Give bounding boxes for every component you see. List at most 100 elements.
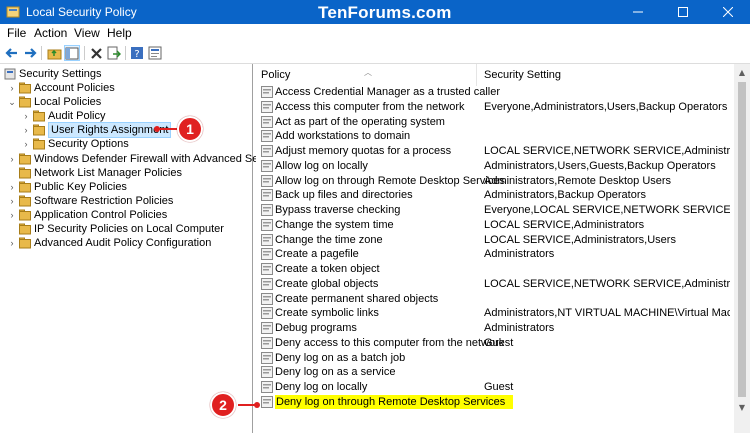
folder-icon bbox=[19, 181, 31, 193]
show-hide-tree-icon bbox=[65, 47, 79, 59]
tree-label: Network List Manager Policies bbox=[34, 166, 182, 179]
policy-row[interactable]: Deny log on through Remote Desktop Servi… bbox=[256, 394, 732, 410]
policy-row[interactable]: Access this computer from the network Eve… bbox=[256, 100, 732, 115]
policy-row[interactable]: Access Credential Manager as a trusted c… bbox=[256, 85, 732, 100]
show-hide-tree-button[interactable] bbox=[64, 45, 80, 61]
policy-setting-icon bbox=[261, 100, 273, 113]
policy-security-setting: Everyone,Administrators,Users,Backup Ope… bbox=[484, 100, 728, 113]
policy-name: Access Credential Manager as a trusted c… bbox=[275, 86, 500, 98]
expand-chevron-right-icon[interactable]: › bbox=[22, 137, 30, 151]
tree-label: Advanced Audit Policy Configuration bbox=[34, 237, 212, 250]
policy-name: Create a token object bbox=[275, 263, 380, 275]
expand-chevron-right-icon[interactable]: › bbox=[8, 236, 16, 250]
up-folder-button[interactable] bbox=[46, 45, 62, 61]
expand-chevron-right-icon[interactable]: › bbox=[8, 81, 16, 95]
expand-chevron-right-icon[interactable]: › bbox=[8, 152, 16, 166]
policy-row[interactable]: Bypass traverse checking Everyone,LOCAL S… bbox=[256, 203, 732, 218]
policy-row[interactable]: Debug programs Administrators bbox=[256, 321, 732, 336]
policy-name: Deny access to this computer from the ne… bbox=[275, 336, 505, 349]
menu-action[interactable]: Action bbox=[34, 26, 67, 40]
expand-chevron-right-icon[interactable]: › bbox=[8, 194, 16, 208]
tree-item[interactable]: › Audit Policy bbox=[22, 109, 245, 123]
maximize-button[interactable] bbox=[660, 0, 705, 24]
policy-row[interactable]: Create a pagefile Administrators bbox=[256, 247, 732, 262]
policy-row[interactable]: Adjust memory quotas for a process LOCAL … bbox=[256, 144, 732, 159]
policy-row[interactable]: Act as part of the operating system bbox=[256, 115, 732, 130]
expand-chevron-down-icon[interactable]: ⌄ bbox=[8, 95, 16, 109]
policy-row[interactable]: Deny log on locally Guest bbox=[256, 380, 732, 395]
menu-view[interactable]: View bbox=[74, 26, 100, 40]
folder-icon bbox=[19, 209, 31, 221]
menu-file[interactable]: File bbox=[7, 26, 26, 40]
callout-2-pointer bbox=[254, 402, 260, 408]
properties-icon bbox=[148, 46, 162, 60]
policy-setting-icon bbox=[261, 263, 273, 275]
scrollbar-thumb[interactable] bbox=[738, 82, 746, 397]
tree-item[interactable]: › Advanced Audit Policy Configuration bbox=[8, 236, 245, 250]
tree-item[interactable]: › User Rights Assignment bbox=[22, 122, 245, 139]
policy-row[interactable]: Create permanent shared objects bbox=[256, 292, 732, 307]
policy-name: Back up files and directories bbox=[275, 189, 413, 202]
policy-name: Deny log on as a batch job bbox=[275, 351, 406, 364]
scroll-down-arrow-icon[interactable]: ▼ bbox=[734, 399, 750, 415]
expand-chevron-right-icon[interactable]: › bbox=[22, 123, 30, 137]
policy-row[interactable]: Change the system time LOCAL SERVICE,Admi… bbox=[256, 218, 732, 233]
menu-help[interactable]: Help bbox=[107, 26, 132, 40]
expand-chevron-right-icon[interactable]: › bbox=[8, 208, 16, 222]
policy-row[interactable]: Deny log on as a batch job bbox=[256, 351, 732, 366]
toolbar-separator bbox=[84, 46, 85, 60]
help-button[interactable]: ? bbox=[129, 45, 145, 61]
vertical-scrollbar[interactable]: ▲ ▼ bbox=[734, 64, 750, 433]
expand-chevron-right-icon[interactable]: › bbox=[8, 180, 16, 194]
tree-item[interactable]: › Account Policies bbox=[8, 81, 245, 95]
policy-setting-icon bbox=[261, 233, 273, 246]
policy-security-setting: Guest bbox=[484, 336, 514, 349]
properties-button[interactable] bbox=[147, 45, 163, 61]
close-icon bbox=[722, 7, 733, 17]
close-button[interactable] bbox=[705, 0, 750, 24]
policy-setting-icon bbox=[261, 189, 273, 202]
tree-root-security-settings[interactable]: Security Settings bbox=[4, 67, 244, 81]
delete-button[interactable] bbox=[88, 45, 104, 61]
minimize-button[interactable] bbox=[615, 0, 660, 24]
policy-row[interactable]: Back up files and directories Administrat… bbox=[256, 188, 732, 203]
tree-item[interactable]: Network List Manager Policies bbox=[8, 166, 245, 180]
policy-row[interactable]: Change the time zone LOCAL SERVICE,Admini… bbox=[256, 233, 732, 248]
scroll-up-arrow-icon[interactable]: ▲ bbox=[734, 64, 750, 80]
policy-row[interactable]: Allow log on locally Administrators,Users… bbox=[256, 159, 732, 174]
policy-row[interactable]: Allow log on through Remote Desktop Serv… bbox=[256, 174, 732, 189]
maximize-icon bbox=[677, 7, 688, 17]
column-header-policy[interactable]: ︿ Policy bbox=[256, 64, 477, 86]
back-button[interactable] bbox=[4, 45, 20, 61]
policy-name: Create global objects bbox=[275, 277, 379, 290]
tree-pane: Security Settings › Account Policies ⌄ Loca… bbox=[0, 64, 285, 433]
tree-item[interactable]: ⌄ Local Policies bbox=[8, 95, 245, 109]
forward-button[interactable] bbox=[22, 45, 38, 61]
policy-setting-icon bbox=[261, 395, 273, 408]
policy-setting-icon bbox=[261, 381, 273, 393]
tree-item[interactable]: › Software Restriction Policies bbox=[8, 194, 245, 208]
callout-1-line bbox=[158, 128, 178, 130]
policy-row[interactable]: Add workstations to domain bbox=[256, 129, 732, 144]
title-bar: Local Security Policy TenForums.com bbox=[0, 0, 750, 24]
tree-item[interactable]: › Security Options bbox=[22, 137, 245, 151]
policy-setting-icon bbox=[261, 86, 273, 98]
policy-row[interactable]: Create a token object bbox=[256, 262, 732, 277]
export-list-button[interactable] bbox=[106, 45, 122, 61]
policy-setting-icon bbox=[261, 174, 273, 187]
tree-label: Security Settings bbox=[19, 68, 102, 80]
tree-item[interactable]: › Windows Defender Firewall with Advanced… bbox=[8, 152, 285, 166]
policy-security-setting: LOCAL SERVICE,Administrators,Users bbox=[484, 233, 676, 246]
column-header-security-setting[interactable]: Security Setting bbox=[478, 64, 732, 86]
tree-item[interactable]: › Public Key Policies bbox=[8, 180, 245, 194]
policy-setting-icon bbox=[261, 366, 273, 379]
policy-row[interactable]: Create global objects LOCAL SERVICE,NETWO… bbox=[256, 277, 732, 292]
policy-row[interactable]: Deny log on as a service bbox=[256, 365, 732, 380]
policy-row[interactable]: Create symbolic links Administrators,NT V… bbox=[256, 306, 732, 321]
tree-item[interactable]: IP Security Policies on Local Computer bbox=[8, 222, 245, 236]
policy-row[interactable]: Deny access to this computer from the ne… bbox=[256, 336, 732, 351]
tree-item[interactable]: › Application Control Policies bbox=[8, 208, 245, 222]
policy-name: Act as part of the operating system bbox=[275, 115, 445, 128]
policy-setting-icon bbox=[261, 292, 273, 305]
expand-chevron-right-icon[interactable]: › bbox=[22, 109, 30, 123]
